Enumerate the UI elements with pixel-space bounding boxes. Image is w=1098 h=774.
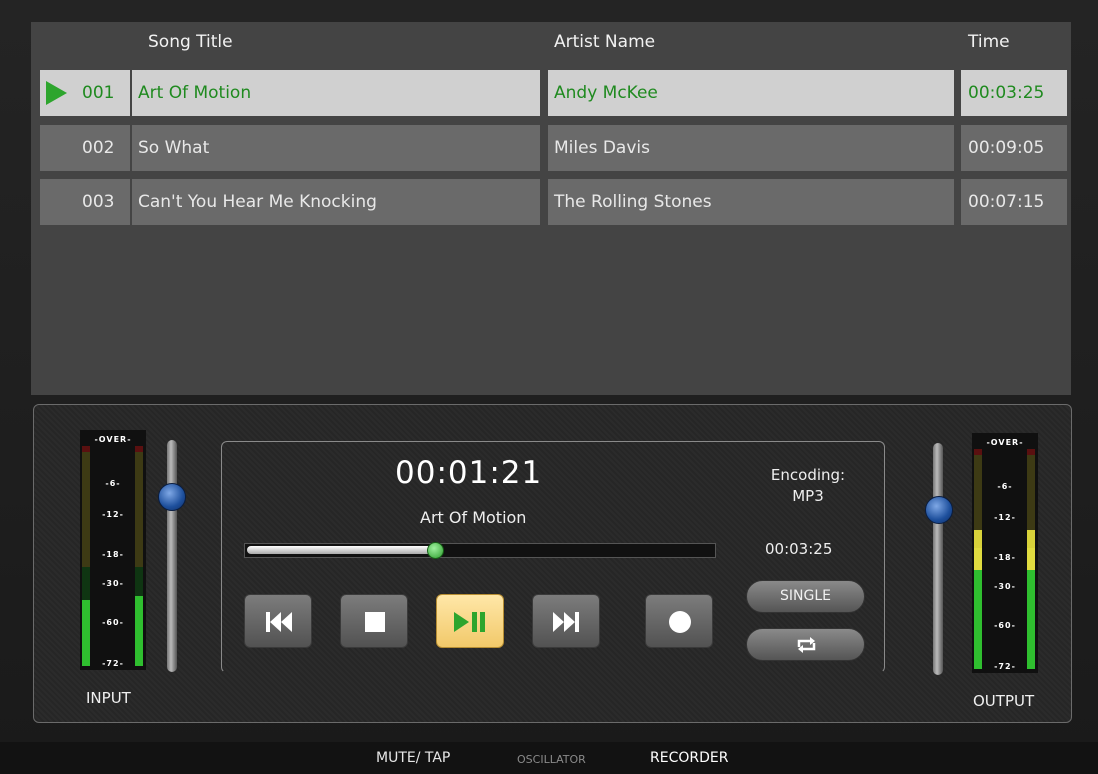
encoding-value: MP3 [792, 487, 824, 505]
meter-scale-label: -12- [994, 513, 1016, 522]
track-time: 00:09:05 [961, 125, 1067, 171]
input-meter-right-bar [135, 446, 143, 666]
play-pause-button[interactable] [436, 594, 504, 648]
output-meter-right-bar [1027, 449, 1035, 669]
meter-scale-label: -60- [102, 618, 124, 627]
song-title: So What [132, 125, 540, 171]
track-number: 003 [74, 179, 130, 225]
next-button[interactable] [532, 594, 600, 648]
meter-scale-label: -6- [997, 482, 1013, 491]
input-fader-knob[interactable] [158, 483, 186, 511]
input-meter-left-bar [82, 446, 90, 666]
song-title: Can't You Hear Me Knocking [132, 179, 540, 225]
header-time: Time [968, 32, 1010, 52]
repeat-icon [797, 637, 816, 653]
repeat-button[interactable] [746, 628, 865, 661]
output-fader-track[interactable] [933, 443, 943, 675]
stop-icon [365, 612, 385, 632]
playlist-row[interactable]: 001 Art Of Motion Andy McKee 00:03:25 [31, 70, 1071, 116]
playlist-row[interactable]: 002 So What Miles Davis 00:09:05 [31, 125, 1071, 171]
output-fader-knob[interactable] [925, 496, 953, 524]
elapsed-time: 00:01:21 [395, 455, 543, 491]
meter-scale-label: -OVER- [94, 435, 132, 444]
encoding-info: Encoding: MP3 [760, 465, 856, 507]
artist-name: Miles Davis [548, 125, 954, 171]
previous-icon [266, 612, 292, 632]
progress-handle[interactable] [427, 542, 444, 559]
progress-bar[interactable] [244, 542, 716, 559]
playing-indicator [40, 125, 74, 171]
tab-oscillator[interactable]: OSCILLATOR [517, 753, 586, 766]
tab-mute-tap[interactable]: MUTE/ TAP [376, 750, 450, 766]
play-indicator-icon [46, 81, 67, 105]
header-artist-name: Artist Name [554, 32, 656, 52]
song-title: Art Of Motion [132, 70, 540, 116]
meter-scale-label: -30- [994, 582, 1016, 591]
track-number: 001 [74, 70, 130, 116]
meter-scale-label: -18- [994, 553, 1016, 562]
record-button[interactable] [645, 594, 713, 648]
playing-indicator [40, 179, 74, 225]
output-meter-label: OUTPUT [973, 692, 1035, 710]
meter-scale-label: -6- [105, 479, 121, 488]
meter-scale-label: -12- [102, 510, 124, 519]
output-meter-left-bar [974, 449, 982, 669]
playlist-row[interactable]: 003 Can't You Hear Me Knocking The Rolli… [31, 179, 1071, 225]
meter-scale-label: -72- [102, 659, 124, 668]
meter-scale-label: -30- [102, 579, 124, 588]
encoding-label: Encoding: [770, 466, 846, 484]
input-meter: -OVER- -6- -12- -18- -30- -60- -72- [80, 430, 146, 670]
previous-button[interactable] [244, 594, 312, 648]
meter-scale-label: -72- [994, 662, 1016, 671]
playing-indicator [40, 70, 74, 116]
playlist-panel: Song Title Artist Name Time 001 Art Of M… [31, 22, 1071, 395]
bottom-nav: MUTE/ TAP OSCILLATOR RECORDER [0, 742, 1098, 774]
play-pause-icon [454, 612, 485, 632]
output-meter: -OVER- -6- -12- -18- -30- -60- -72- [972, 433, 1038, 673]
recorder-screen: Song Title Artist Name Time 001 Art Of M… [0, 0, 1098, 774]
meter-scale-label: -60- [994, 621, 1016, 630]
input-fader-track[interactable] [167, 440, 177, 672]
meter-scale-label: -18- [102, 550, 124, 559]
record-icon [669, 611, 691, 633]
current-song: Art Of Motion [420, 508, 527, 527]
stop-button[interactable] [340, 594, 408, 648]
track-time: 00:07:15 [961, 179, 1067, 225]
header-song-title: Song Title [148, 32, 233, 52]
total-time: 00:03:25 [765, 540, 833, 558]
track-number: 002 [74, 125, 130, 171]
track-time: 00:03:25 [961, 70, 1067, 116]
next-icon [553, 612, 579, 632]
tab-recorder[interactable]: RECORDER [650, 750, 728, 766]
artist-name: The Rolling Stones [548, 179, 954, 225]
input-meter-label: INPUT [86, 689, 131, 707]
progress-fill [247, 546, 433, 554]
artist-name: Andy McKee [548, 70, 954, 116]
single-mode-button[interactable]: SINGLE [746, 580, 865, 613]
meter-scale-label: -OVER- [986, 438, 1024, 447]
